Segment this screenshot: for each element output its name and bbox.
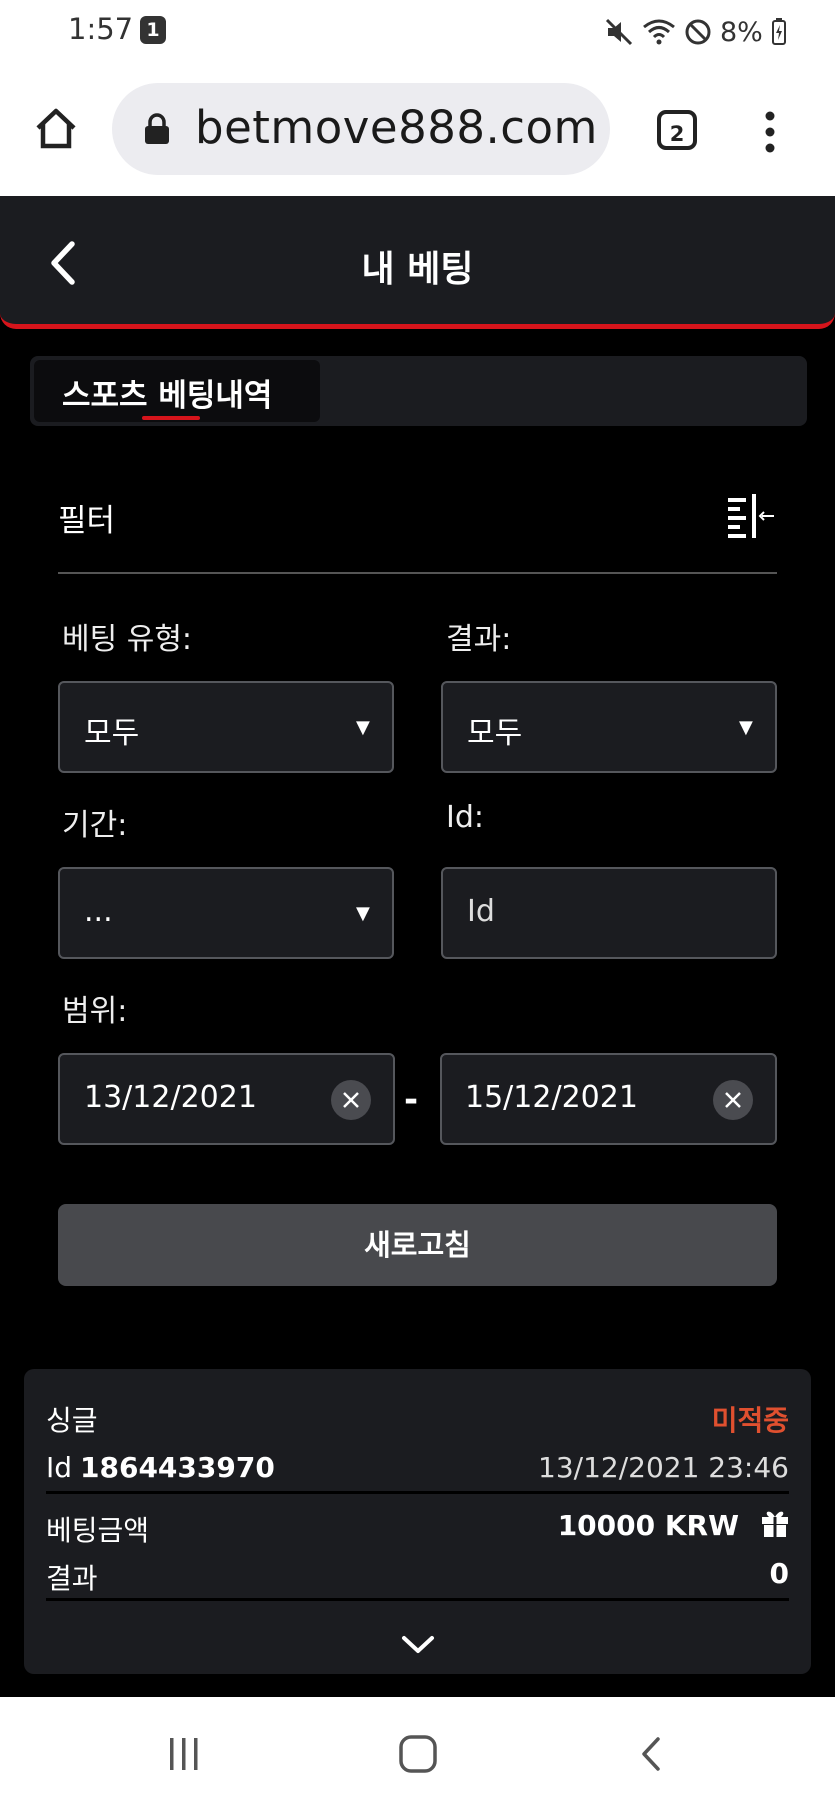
status-time: 1:57 [68, 12, 134, 46]
battery-percent: 8% [720, 16, 763, 48]
result-value[interactable]: 모두 [467, 708, 522, 752]
status-icons: 8% [604, 14, 787, 50]
result-row-value: 0 [769, 1557, 789, 1590]
wifi-icon [643, 19, 675, 45]
id-label: Id: [446, 800, 484, 835]
gift-icon [762, 1511, 788, 1537]
range-from-value[interactable]: 13/12/2021 [84, 1080, 257, 1115]
stake-label: 베팅금액 [46, 1514, 150, 1547]
close-icon [343, 1092, 359, 1108]
bet-datetime: 13/12/2021 23:46 [538, 1451, 789, 1484]
lock-icon [145, 113, 169, 144]
range-separator: - [404, 1080, 419, 1120]
filter-title: 필터 [58, 503, 116, 539]
refresh-button[interactable]: 새로고침 [58, 1204, 777, 1286]
bet-type-value[interactable]: 모두 [84, 708, 139, 752]
result-row-label: 결과 [46, 1562, 98, 1595]
home-icon[interactable] [32, 104, 80, 152]
clear-from-button[interactable] [331, 1080, 371, 1120]
id-placeholder[interactable]: Id [467, 894, 495, 929]
page-title: 내 베팅 [361, 249, 474, 290]
bet-type: 싱글 [46, 1404, 98, 1437]
url-text[interactable]: betmove888.com/ko [195, 101, 597, 154]
close-icon [725, 1092, 741, 1108]
mute-icon [605, 18, 633, 46]
tab-active-indicator [142, 416, 200, 420]
home-nav-icon[interactable] [398, 1734, 438, 1774]
notification-badge: 1 [140, 16, 166, 44]
clear-to-button[interactable] [713, 1080, 753, 1120]
battery-charging-icon [771, 18, 786, 45]
bet-type-label: 베팅 유형: [62, 622, 193, 657]
back-nav-icon[interactable] [638, 1736, 666, 1772]
stake-value: 10000 KRW [557, 1509, 739, 1542]
card-divider [46, 1491, 789, 1494]
recent-apps-icon[interactable] [166, 1736, 202, 1772]
range-to-value[interactable]: 15/12/2021 [465, 1080, 638, 1115]
filter-divider [58, 572, 777, 574]
tab-switcher-button[interactable]: 2 [657, 110, 697, 150]
chevron-down-icon: ▼ [356, 717, 370, 738]
range-label: 범위: [62, 994, 128, 1029]
more-vert-icon[interactable] [758, 108, 782, 156]
period-label: 기간: [62, 808, 128, 843]
do-not-disturb-icon [685, 19, 711, 45]
tab-label[interactable]: 스포츠 베팅내역 [62, 370, 272, 415]
card-divider [46, 1598, 789, 1601]
chevron-down-icon: ▼ [739, 717, 753, 738]
bet-id: 1864433970 [80, 1451, 275, 1484]
collapse-filter-icon[interactable] [728, 494, 776, 538]
bet-status-badge: 미적중 [711, 1404, 789, 1437]
period-value[interactable]: ... [84, 894, 113, 929]
chevron-down-icon: ▼ [356, 903, 370, 924]
result-label: 결과: [446, 622, 512, 657]
expand-chevron-icon[interactable] [400, 1634, 436, 1656]
bet-id-prefix: Id [46, 1451, 73, 1484]
